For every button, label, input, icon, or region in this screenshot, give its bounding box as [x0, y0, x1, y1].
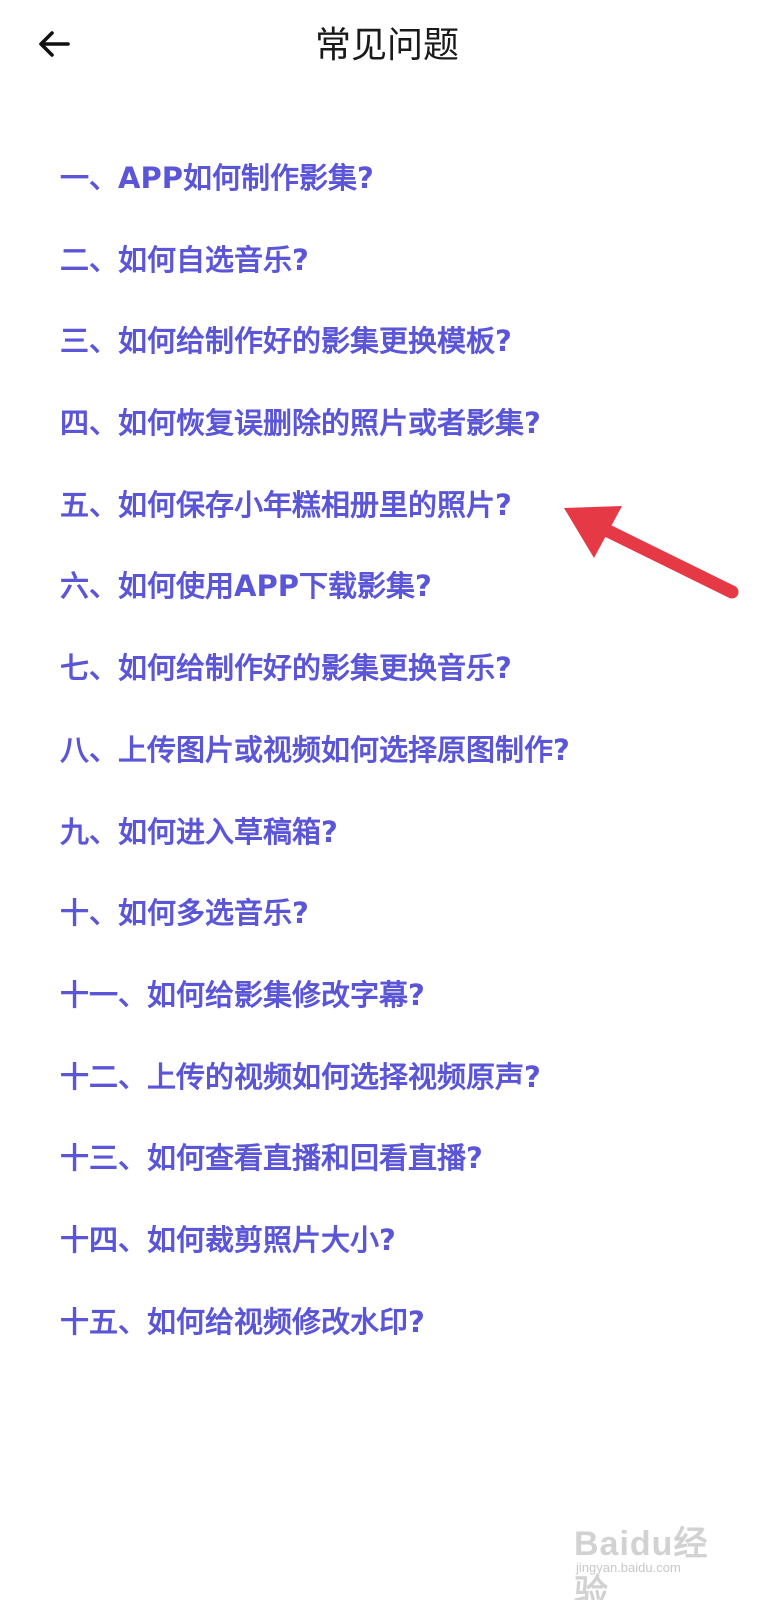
faq-list: 一、APP如何制作影集? 二、如何自选音乐? 三、如何给制作好的影集更换模板? … — [60, 155, 740, 1380]
page-title: 常见问题 — [314, 25, 459, 66]
faq-item[interactable]: 十三、如何查看直播和回看直播? — [60, 1135, 740, 1217]
faq-item[interactable]: 七、如何给制作好的影集更换音乐? — [60, 645, 740, 727]
faq-item[interactable]: 十五、如何给视频修改水印? — [60, 1299, 740, 1381]
faq-item[interactable]: 二、如何自选音乐? — [60, 237, 740, 319]
faq-item[interactable]: 十二、上传的视频如何选择视频原声? — [60, 1054, 740, 1136]
header-bar: 常见问题 — [0, 0, 774, 92]
faq-item[interactable]: 九、如何进入草稿箱? — [60, 809, 740, 891]
faq-item[interactable]: 十、如何多选音乐? — [60, 890, 740, 972]
baidu-jingyan-watermark: Baidu经验 jingyan.baidu.com — [574, 1516, 724, 1600]
faq-item[interactable]: 四、如何恢复误删除的照片或者影集? — [60, 400, 740, 482]
faq-page: 常见问题 一、APP如何制作影集? 二、如何自选音乐? 三、如何给制作好的影集更… — [0, 0, 774, 1600]
faq-item[interactable]: 三、如何给制作好的影集更换模板? — [60, 318, 740, 400]
watermark-url: jingyan.baidu.com — [576, 1560, 681, 1575]
faq-item[interactable]: 一、APP如何制作影集? — [60, 155, 740, 237]
faq-item[interactable]: 八、上传图片或视频如何选择原图制作? — [60, 727, 740, 809]
faq-item[interactable]: 十一、如何给影集修改字幕? — [60, 972, 740, 1054]
watermark-logo: Baidu经验 — [574, 1525, 709, 1600]
red-pointer-arrow-icon — [560, 500, 740, 610]
faq-item[interactable]: 十四、如何裁剪照片大小? — [60, 1217, 740, 1299]
